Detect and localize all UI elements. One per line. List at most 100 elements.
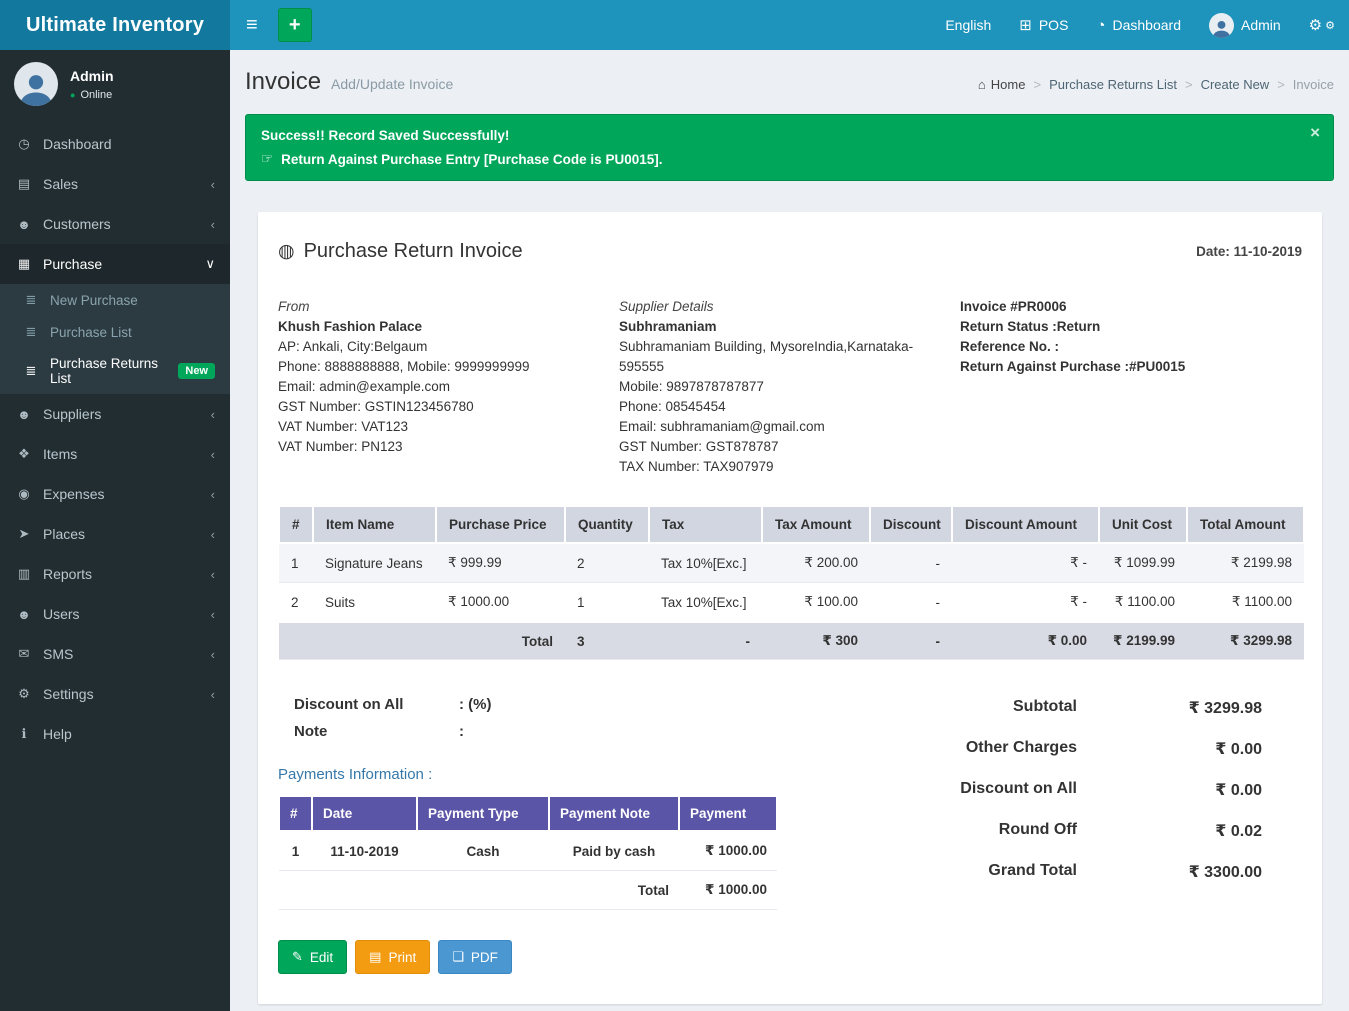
cell: Tax 10%[Exc.] [649, 543, 762, 583]
edit-button[interactable]: ✎ Edit [278, 940, 347, 974]
app-logo[interactable]: Ultimate Inventory [0, 0, 230, 50]
supplier-line: Email: subhramaniam@gmail.com [619, 417, 936, 437]
summary-label: Discount on All [960, 780, 1077, 800]
items-icon: ❖ [15, 446, 33, 462]
items-row: 1 Signature Jeans ₹ 999.99 2 Tax 10%[Exc… [279, 543, 1304, 583]
summary-value: ₹ 0.02 [1077, 821, 1262, 841]
sidebar-item-reports[interactable]: ▥ Reports ‹ [0, 554, 230, 594]
sidebar-item-purchase-list[interactable]: ≣ Purchase List [0, 316, 230, 348]
summary-row-round-off: Round Off ₹ 0.02 [851, 821, 1262, 841]
sidebar-item-users[interactable]: ☻ Users ‹ [0, 594, 230, 634]
items-header-cell: Item Name [313, 507, 436, 543]
total-tax: - [649, 622, 762, 660]
note-label: Note [294, 723, 459, 740]
sidebar-menu: ◷ Dashboard ▤ Sales ‹ ☻ Customers ‹ ▦ Pu… [0, 124, 230, 754]
from-line: AP: Ankali, City:Belgaum [278, 337, 595, 357]
user-name: Admin [70, 68, 114, 84]
total-quantity: 3 [565, 622, 649, 660]
user-status: ● Online [70, 89, 114, 101]
from-line: VAT Number: VAT123 [278, 417, 595, 437]
sidebar-item-expenses[interactable]: ◉ Expenses ‹ [0, 474, 230, 514]
discount-on-all-value: : (%) [459, 696, 492, 713]
online-dot-icon: ● [70, 90, 75, 100]
sidebar-item-purchase[interactable]: ▦ Purchase ∨ [0, 244, 230, 284]
sidebar-item-items[interactable]: ❖ Items ‹ [0, 434, 230, 474]
payments-header-cell: Payment Note [549, 797, 679, 831]
sidebar-item-sales[interactable]: ▤ Sales ‹ [0, 164, 230, 204]
items-header-cell: # [279, 507, 313, 543]
total-amount: ₹ 3299.98 [1187, 622, 1304, 660]
language-menu[interactable]: English [931, 0, 1005, 50]
sidebar-item-label: Help [43, 726, 72, 742]
sidebar-item-label: Dashboard [43, 136, 112, 152]
sidebar-item-places[interactable]: ➤ Places ‹ [0, 514, 230, 554]
chevron-left-icon: ‹ [211, 647, 215, 662]
sidebar-toggle-button[interactable]: ≡ [230, 0, 274, 50]
sidebar-item-suppliers[interactable]: ☻ Suppliers ‹ [0, 394, 230, 434]
chevron-left-icon: ‹ [211, 567, 215, 582]
cell: ₹ 1099.99 [1099, 543, 1187, 583]
new-badge: New [178, 363, 215, 379]
sidebar-item-purchase-returns-list[interactable]: ≣ Purchase Returns List New [0, 348, 230, 394]
sidebar-item-customers[interactable]: ☻ Customers ‹ [0, 204, 230, 244]
items-row: 2 Suits ₹ 1000.00 1 Tax 10%[Exc.] ₹ 100.… [279, 583, 1304, 623]
pdf-button[interactable]: ❏ PDF [438, 940, 512, 974]
sidebar: Admin ● Online ◷ Dashboard ▤ Sales ‹ ☻ C… [0, 50, 230, 1011]
note-value: : [459, 723, 464, 740]
payments-header-cell: # [279, 797, 312, 831]
summary-label: Subtotal [1013, 698, 1077, 718]
alert-close-icon[interactable]: × [1310, 124, 1320, 141]
sms-icon: ✉ [15, 646, 33, 662]
quick-add-button[interactable]: + [278, 8, 312, 42]
sidebar-item-help[interactable]: ℹ Help [0, 714, 230, 754]
cell: ₹ - [952, 543, 1099, 583]
expenses-icon: ◉ [15, 486, 33, 502]
user-menu[interactable]: Admin [1195, 0, 1295, 50]
action-buttons: ✎ Edit ▤ Print ❏ PDF [278, 940, 851, 974]
settings-menu[interactable]: ⚙⚙ [1295, 0, 1349, 50]
dashboard-icon: ◔ [1096, 17, 1105, 34]
breadcrumb: ⌂ Home > Purchase Returns List > Create … [978, 77, 1334, 92]
dashboard-link[interactable]: ◔ Dashboard [1082, 0, 1195, 50]
supplier-line: Subhramaniam Building, MysoreIndia,Karna… [619, 337, 936, 377]
breadcrumb-separator: > [1033, 77, 1041, 92]
invoice-bottom-left: Discount on All : (%) Note : Payments In… [278, 686, 851, 974]
chevron-left-icon: ‹ [211, 217, 215, 232]
cell: ₹ 2199.98 [1187, 543, 1304, 583]
alert-title: Success!! Record Saved Successfully! [261, 128, 1318, 143]
invoice-number: Invoice #PR0006 [960, 297, 1277, 317]
items-header-cell: Unit Cost [1099, 507, 1187, 543]
cell: 1 [565, 583, 649, 623]
return-status: Return Status :Return [960, 317, 1277, 337]
navbar-main: ≡ + English ⊞ POS ◔ Dashboard [230, 0, 1349, 50]
avatar [1209, 13, 1234, 38]
sidebar-user-panel: Admin ● Online [0, 50, 230, 116]
gears-icon-small: ⚙ [1325, 19, 1335, 32]
sidebar-item-new-purchase[interactable]: ≣ New Purchase [0, 284, 230, 316]
sidebar-item-dashboard[interactable]: ◷ Dashboard [0, 124, 230, 164]
cell: Paid by cash [549, 831, 679, 871]
breadcrumb-separator: > [1277, 77, 1285, 92]
payments-header-row: # Date Payment Type Payment Note Payment [279, 797, 777, 831]
summary-row-other-charges: Other Charges ₹ 0.00 [851, 739, 1262, 759]
items-header-cell: Tax Amount [762, 507, 870, 543]
user-avatar[interactable] [14, 62, 58, 106]
chevron-left-icon: ‹ [211, 687, 215, 702]
breadcrumb-home[interactable]: ⌂ Home [978, 77, 1026, 92]
sidebar-item-label: Purchase Returns List [50, 356, 160, 386]
items-header-cell: Total Amount [1187, 507, 1304, 543]
sidebar-item-settings[interactable]: ⚙ Settings ‹ [0, 674, 230, 714]
from-heading: From [278, 297, 595, 317]
sidebar-item-sms[interactable]: ✉ SMS ‹ [0, 634, 230, 674]
total-discount-amount: ₹ 0.00 [952, 622, 1099, 660]
pos-link[interactable]: ⊞ POS [1005, 0, 1082, 50]
invoice-date: Date: 11-10-2019 [1196, 244, 1302, 259]
sidebar-item-label: Settings [43, 686, 94, 702]
from-name: Khush Fashion Palace [278, 317, 595, 337]
supplier-heading: Supplier Details [619, 297, 936, 317]
sidebar-item-label: Sales [43, 176, 78, 192]
breadcrumb-create-new[interactable]: Create New [1201, 77, 1270, 92]
totals-summary: Subtotal ₹ 3299.98 Other Charges ₹ 0.00 … [851, 686, 1302, 974]
print-button[interactable]: ▤ Print [355, 940, 430, 974]
breadcrumb-purchase-returns-list[interactable]: Purchase Returns List [1049, 77, 1177, 92]
